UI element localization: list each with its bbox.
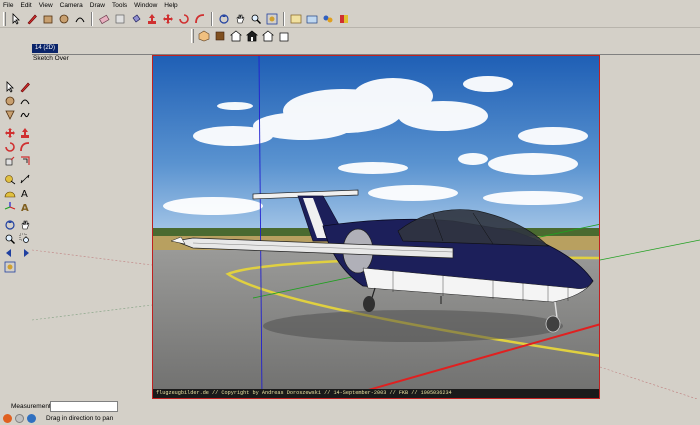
front-view-icon[interactable] [229,29,243,43]
zoom-extents-icon[interactable] [3,261,16,274]
follow-me-icon[interactable] [193,12,207,26]
push-pull-icon[interactable] [18,127,31,140]
help-icon[interactable] [27,414,36,423]
menu-file[interactable]: File [3,2,13,9]
photo-credit: flugzeugbilder.de // Copyright by Andrea… [153,389,599,398]
scale-icon[interactable] [3,155,16,168]
status-bar: Measurements Drag in direction to pan [0,399,700,425]
top-view-icon[interactable] [213,29,227,43]
sketch-label: Sketch Over [33,55,69,62]
arc-icon[interactable] [73,12,87,26]
push-pull-icon[interactable] [145,12,159,26]
offset-icon[interactable] [18,155,31,168]
menu-help[interactable]: Help [164,2,177,9]
back-view-icon[interactable] [261,29,275,43]
menu-view[interactable]: View [39,2,53,9]
next-view-icon[interactable] [18,247,31,260]
credits-icon[interactable] [15,414,24,423]
zoom-icon[interactable] [249,12,263,26]
freehand-icon[interactable] [18,109,31,122]
menu-tools[interactable]: Tools [112,2,127,9]
pencil-icon[interactable] [25,12,39,26]
large-tool-set: A A [0,80,32,290]
menu-camera[interactable]: Camera [60,2,83,9]
rotate-icon[interactable] [177,12,191,26]
menu-edit[interactable]: Edit [20,2,31,9]
scene-tab[interactable]: 14 (2D) [32,44,59,53]
select-icon[interactable] [3,81,16,94]
right-view-icon[interactable] [245,29,259,43]
rotate-icon[interactable] [3,141,16,154]
zoom-window-icon[interactable] [18,233,31,246]
svg-text:A: A [21,203,29,213]
arc-icon[interactable] [18,95,31,108]
toolbar-grip[interactable] [191,29,194,43]
left-view-icon[interactable] [277,29,291,43]
tape-measure-icon[interactable] [3,173,16,186]
status-icons [3,414,39,423]
polygon-icon[interactable] [3,109,16,122]
make-component-icon[interactable] [113,12,127,26]
dimension-icon[interactable] [18,173,31,186]
rectangle-icon[interactable] [41,12,55,26]
airplane-photo [153,56,599,398]
eraser-icon[interactable] [97,12,111,26]
axes-icon[interactable] [3,201,16,214]
toolbar-grip[interactable] [3,11,6,26]
toolbar-separator [211,11,213,26]
get-models-icon[interactable] [289,12,303,26]
protractor-icon[interactable] [3,187,16,200]
geo-location-icon[interactable] [3,414,12,423]
previous-view-icon[interactable] [3,247,16,260]
views-toolbar [188,27,292,45]
zoom-icon[interactable] [3,233,16,246]
pan-icon[interactable] [233,12,247,26]
orbit-icon[interactable] [217,12,231,26]
materials-icon[interactable] [337,12,351,26]
iso-view-icon[interactable] [197,29,211,43]
share-model-icon[interactable] [305,12,319,26]
drawing-viewport[interactable]: flugzeugbilder.de // Copyright by Andrea… [32,54,700,400]
paint-bucket-icon[interactable] [129,12,143,26]
3d-text-icon[interactable]: A [18,201,31,214]
menu-bar: File Edit View Camera Draw Tools Window … [0,0,700,10]
circle-icon[interactable] [3,95,16,108]
move-icon[interactable] [3,127,16,140]
main-toolbar [0,10,700,28]
components-icon[interactable] [321,12,335,26]
text-icon[interactable]: A [18,187,31,200]
zoom-extents-icon[interactable] [265,12,279,26]
toolbar-separator [91,11,93,26]
select-icon[interactable] [9,12,23,26]
orbit-icon[interactable] [3,219,16,232]
measurements-input[interactable] [50,401,118,412]
toolbar-separator [283,11,285,26]
pan-icon[interactable] [18,219,31,232]
menu-window[interactable]: Window [134,2,157,9]
move-icon[interactable] [161,12,175,26]
measurements-label: Measurements [11,403,54,410]
status-hint: Drag in direction to pan [46,415,114,422]
svg-text:A: A [21,189,28,199]
pencil-icon[interactable] [18,81,31,94]
matched-photo: flugzeugbilder.de // Copyright by Andrea… [152,55,600,399]
circle-icon[interactable] [57,12,71,26]
follow-me-icon[interactable] [18,141,31,154]
menu-draw[interactable]: Draw [90,2,105,9]
